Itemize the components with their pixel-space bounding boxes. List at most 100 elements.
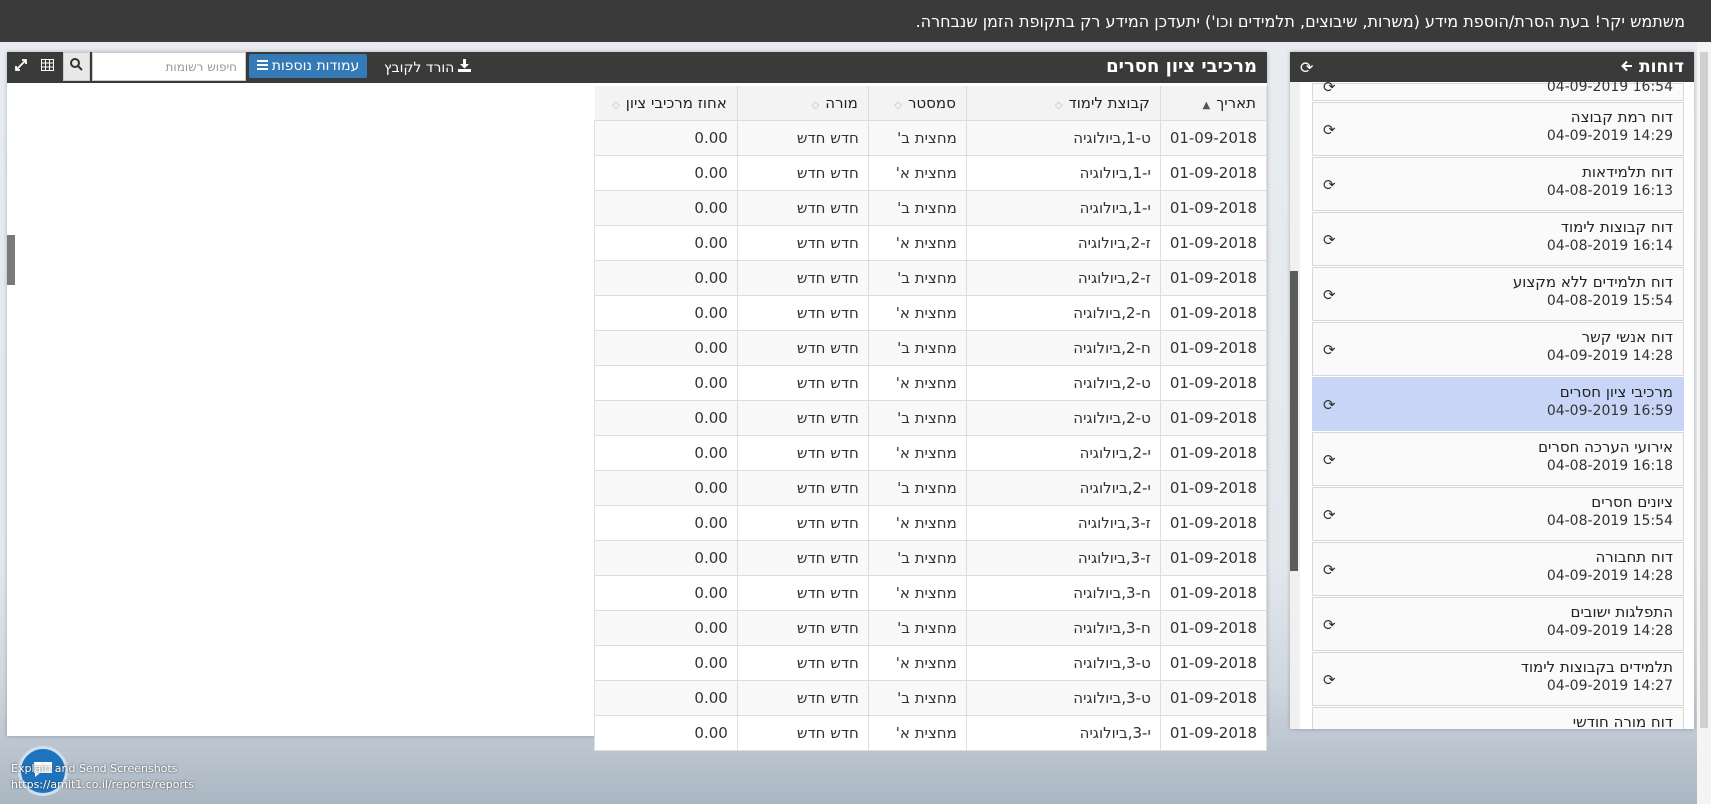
cell-percent: 0.00 [594, 435, 738, 471]
report-grid-panel: מרכיבי ציון חסרים הורד לקובץ עמודות נוספ… [7, 52, 1268, 751]
table-row[interactable]: 01-09-2018 י-1,ביולוגיה מחצית א' חדש חדש 0.0… [594, 155, 1268, 191]
table-row[interactable]: 01-09-2018 ט-3,ביולוגיה מחצית א' חדש חדש 0.0… [594, 645, 1268, 681]
search-button[interactable] [63, 52, 90, 81]
grid-icon [41, 58, 54, 75]
cell-group: ט-3,ביולוגיה [965, 645, 1161, 681]
report-name: דוח קבוצות לימוד [1560, 218, 1673, 236]
refresh-icon[interactable]: ⟳ [1323, 341, 1336, 359]
refresh-icon[interactable]: ⟳ [1323, 506, 1336, 524]
reports-scrollbar[interactable] [1290, 271, 1298, 571]
refresh-icon[interactable]: ⟳ [1323, 451, 1336, 469]
cell-date: 01-09-2018 [1159, 680, 1268, 716]
cell-teacher: חדש חדש [736, 435, 869, 471]
search-input[interactable] [92, 52, 246, 81]
table-row[interactable]: 01-09-2018 י-3,ביולוגיה מחצית א' חדש חדש 0.0… [594, 715, 1268, 751]
cell-percent: 0.00 [594, 540, 738, 576]
table-row[interactable]: 01-09-2018 ז-3,ביולוגיה מחצית ב' חדש חדש 0.0… [594, 540, 1268, 576]
reports-panel: דוחות ⟳ 16:54 04-09-2019 ⟳ דוח רמת קבוצה… [1290, 52, 1694, 729]
cell-teacher: חדש חדש [736, 120, 869, 156]
more-columns-button[interactable]: עמודות נוספות [249, 54, 367, 78]
refresh-icon[interactable]: ⟳ [1323, 561, 1336, 579]
cell-semester: מחצית א' [867, 505, 967, 541]
table-row[interactable]: 01-09-2018 ח-2,ביולוגיה מחצית ב' חדש חדש 0.0… [594, 330, 1268, 366]
refresh-icon[interactable]: ⟳ [1323, 121, 1336, 139]
report-date: 14:28 04-09-2019 [1546, 623, 1673, 639]
reports-title-label: דוחות [1639, 57, 1684, 77]
cell-teacher: חדש חדש [736, 365, 869, 401]
report-item[interactable]: דוח תחבורה 14:28 04-09-2019 ⟳ [1312, 542, 1684, 596]
cell-group: ח-2,ביולוגיה [965, 330, 1161, 366]
table-row[interactable]: 01-09-2018 ז-2,ביולוגיה מחצית א' חדש חדש 0.0… [594, 225, 1268, 261]
report-date: 15:54 04-08-2019 [1546, 513, 1673, 529]
cell-percent: 0.00 [594, 190, 738, 226]
cell-teacher: חדש חדש [736, 470, 869, 506]
list-icon [256, 58, 268, 74]
refresh-icon[interactable]: ⟳ [1323, 286, 1336, 304]
table-row[interactable]: 01-09-2018 ח-3,ביולוגיה מחצית ב' חדש חדש 0.0… [594, 610, 1268, 646]
report-name: דוח מורה חודשי [1572, 713, 1673, 729]
grid-scrollbar[interactable] [7, 235, 15, 285]
refresh-icon[interactable]: ⟳ [1323, 176, 1336, 194]
refresh-icon[interactable]: ⟳ [1323, 671, 1336, 689]
grid-view-button[interactable] [34, 52, 61, 81]
table-row[interactable]: 01-09-2018 ח-2,ביולוגיה מחצית א' חדש חדש 0.0… [594, 295, 1268, 331]
table-row[interactable]: 01-09-2018 ח-3,ביולוגיה מחצית א' חדש חדש 0.0… [594, 575, 1268, 611]
cell-percent: 0.00 [594, 260, 738, 296]
report-date: 16:14 04-08-2019 [1546, 238, 1673, 254]
report-item[interactable]: אירועי הערכה חסרים 16:18 04-08-2019 ⟳ [1312, 432, 1684, 486]
refresh-icon[interactable]: ⟳ [1323, 396, 1336, 414]
cell-teacher: חדש חדש [736, 260, 869, 296]
report-item[interactable]: דוח מורה חודשי [1312, 707, 1684, 729]
table-row[interactable]: 01-09-2018 ז-2,ביולוגיה מחצית ב' חדש חדש 0.0… [594, 260, 1268, 296]
refresh-icon[interactable]: ⟳ [1323, 231, 1336, 249]
cell-date: 01-09-2018 [1159, 330, 1268, 366]
download-label: הורד לקובץ [384, 59, 455, 76]
column-header-percent[interactable]: אחוז מרכיבי ציון◇ [594, 86, 738, 121]
cell-date: 01-09-2018 [1159, 155, 1268, 191]
table-row[interactable]: 01-09-2018 ט-3,ביולוגיה מחצית ב' חדש חדש 0.0… [594, 680, 1268, 716]
report-item[interactable]: דוח תלמידאות 16:13 04-08-2019 ⟳ [1312, 157, 1684, 211]
cell-percent: 0.00 [594, 365, 738, 401]
report-item[interactable]: התפלגות ישובים 14:28 04-09-2019 ⟳ [1312, 597, 1684, 651]
report-item[interactable]: ציונים חסרים 15:54 04-08-2019 ⟳ [1312, 487, 1684, 541]
table-row[interactable]: 01-09-2018 י-2,ביולוגיה מחצית א' חדש חדש 0.0… [594, 435, 1268, 471]
report-item[interactable]: דוח אנשי קשר 14:28 04-09-2019 ⟳ [1312, 322, 1684, 376]
cell-date: 01-09-2018 [1159, 645, 1268, 681]
report-name: דוח אנשי קשר [1581, 328, 1673, 346]
column-header-date[interactable]: תאריך▲ [1160, 86, 1268, 121]
table-row[interactable]: 01-09-2018 ט-1,ביולוגיה מחצית ב' חדש חדש 0.0… [594, 120, 1268, 156]
table-row[interactable]: 01-09-2018 ט-2,ביולוגיה מחצית ב' חדש חדש 0.0… [594, 400, 1268, 436]
cell-semester: מחצית א' [867, 435, 967, 471]
cell-semester: מחצית ב' [867, 470, 967, 506]
report-item[interactable]: תלמידים בקבוצות לימוד 14:27 04-09-2019 ⟳ [1312, 652, 1684, 706]
column-header-group[interactable]: קבוצת לימוד◇ [966, 86, 1161, 121]
refresh-icon[interactable]: ⟳ [1300, 58, 1313, 77]
refresh-icon[interactable]: ⟳ [1323, 82, 1336, 96]
report-item[interactable]: דוח תלמידים ללא מקצוע 15:54 04-08-2019 ⟳ [1312, 267, 1684, 321]
page-scrollbar-thumb[interactable] [1700, 52, 1708, 728]
cell-group: ח-2,ביולוגיה [965, 295, 1161, 331]
reports-list: 16:54 04-09-2019 ⟳ דוח רמת קבוצה 14:29 04… [1290, 82, 1694, 729]
download-button[interactable]: הורד לקובץ [384, 59, 472, 76]
report-item[interactable]: מרכיבי ציון חסרים 16:59 04-09-2019 ⟳ [1312, 377, 1684, 431]
column-header-teacher[interactable]: מורה◇ [737, 86, 869, 121]
report-item[interactable]: דוח קבוצות לימוד 16:14 04-08-2019 ⟳ [1312, 212, 1684, 266]
refresh-icon[interactable]: ⟳ [1323, 616, 1336, 634]
column-header-semester[interactable]: סמסטר◇ [868, 86, 967, 121]
table-row[interactable]: 01-09-2018 י-1,ביולוגיה מחצית ב' חדש חדש 0.0… [594, 190, 1268, 226]
cell-group: ח-3,ביולוגיה [965, 575, 1161, 611]
cell-semester: מחצית ב' [867, 540, 967, 576]
report-item[interactable]: דוח רמת קבוצה 14:29 04-09-2019 ⟳ [1312, 102, 1684, 156]
report-item-partial[interactable]: 16:54 04-09-2019 ⟳ [1312, 82, 1684, 101]
cell-percent: 0.00 [594, 715, 738, 751]
arrow-left-icon [1621, 57, 1633, 77]
more-columns-label: עמודות נוספות [271, 58, 360, 74]
table-row[interactable]: 01-09-2018 י-2,ביולוגיה מחצית ב' חדש חדש 0.0… [594, 470, 1268, 506]
report-name: ציונים חסרים [1591, 493, 1673, 511]
download-icon [458, 59, 472, 76]
reports-title[interactable]: דוחות [1621, 57, 1684, 77]
cell-group: ט-2,ביולוגיה [965, 365, 1161, 401]
table-row[interactable]: 01-09-2018 ט-2,ביולוגיה מחצית א' חדש חדש 0.0… [594, 365, 1268, 401]
table-row[interactable]: 01-09-2018 ז-3,ביולוגיה מחצית א' חדש חדש 0.0… [594, 505, 1268, 541]
expand-button[interactable] [7, 52, 34, 81]
